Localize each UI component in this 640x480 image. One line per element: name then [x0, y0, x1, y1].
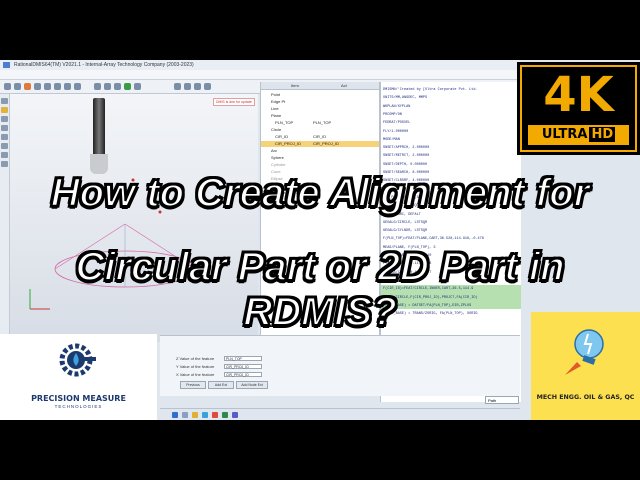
cone-tool-icon[interactable] [1, 152, 8, 158]
ultrahd-label: ULTRA HD [528, 125, 629, 145]
zoom-icon[interactable] [34, 83, 41, 90]
code-line: FEDRAT/POSVEL [383, 121, 411, 126]
tree-item-point[interactable]: Point [271, 92, 280, 98]
headline-line-1: How to Create Alignment for [50, 170, 591, 216]
update-warning: DMIS is dne for update [213, 98, 255, 106]
code-line: GEOALG/CYLNDR, LSTSQR [383, 229, 428, 234]
param-field-y[interactable]: CIR_PROJ_ID [224, 364, 262, 369]
add-ext-button[interactable]: Add Ext [208, 381, 234, 389]
rotate-icon[interactable] [44, 83, 51, 90]
tree-item-arc[interactable]: Arc [271, 148, 277, 154]
point-tool-icon[interactable] [1, 107, 8, 113]
search-icon[interactable] [182, 412, 188, 418]
probe-icon[interactable] [94, 83, 101, 90]
sphere-tool-icon[interactable] [1, 161, 8, 167]
code-line: F(PLN_TOP)=FEAT/PLANE,CART,36.528,114.91… [383, 237, 484, 242]
tree-item-pln-top[interactable]: PLN_TOP [275, 120, 293, 126]
code-line: SNSET/DEPTH, 0.000000 [383, 162, 428, 167]
run-icon[interactable] [124, 83, 131, 90]
code-line: PRCOMP/ON [383, 112, 402, 117]
code-line: WKPLAN/XYPLAN [383, 104, 411, 109]
view-icon[interactable] [74, 83, 81, 90]
title-bar: RationalDMIS64(TM) V2021.1 - Internal-Ar… [0, 60, 520, 70]
report-icon[interactable] [184, 83, 191, 90]
4k-label: 4K [543, 67, 614, 123]
precision-measure-logo: PRECISION MEASURE TECHNOLOGIES [0, 334, 157, 420]
code-line: UNITS/MM,ANGDEC, MMPS [383, 96, 428, 101]
cylinder-tool-icon[interactable] [1, 143, 8, 149]
code-line: DMISMN/'Created by [Ultra Corporate Pvt.… [383, 88, 478, 92]
tree-col-act: Act [341, 83, 347, 88]
brand-left-sub: TECHNOLOGIES [54, 404, 103, 409]
fit-icon[interactable] [64, 83, 71, 90]
window-title: RationalDMIS64(TM) V2021.1 - Internal-Ar… [14, 62, 194, 68]
code-line: GEOALG/CIRCLE, LSTSQR [383, 220, 428, 225]
circle-tool-icon[interactable] [1, 134, 8, 140]
feature-parameter-panel: Z Value of the feature PLN_TOP Y Value o… [160, 335, 520, 396]
param-label-x: X Value of the feature [176, 372, 215, 377]
add-node-ext-button[interactable]: Add Node Ext [236, 381, 268, 389]
save-icon[interactable] [14, 83, 21, 90]
stop-icon[interactable] [134, 83, 141, 90]
taskbar [160, 408, 520, 420]
brand-left-name: PRECISION MEASURE [31, 394, 126, 403]
align-icon[interactable] [194, 83, 201, 90]
edge-icon[interactable] [202, 412, 208, 418]
code-line: FLY/1.000000 [383, 129, 409, 134]
tree-header: Item Act [261, 82, 379, 90]
param-field-x[interactable]: CIR_PROJ_ID [224, 372, 262, 377]
param-field-z[interactable]: PLN_TOP [224, 356, 262, 361]
headline-line-2: Circular Part or 2D Part in RDMIS? [74, 244, 565, 335]
excel-icon[interactable] [222, 412, 228, 418]
code-line: SNSET/APPRCH, 2.000000 [383, 146, 430, 151]
app-taskbar-icon[interactable] [232, 412, 238, 418]
measure-icon[interactable] [104, 83, 111, 90]
folder-icon[interactable] [192, 412, 198, 418]
pan-icon[interactable] [54, 83, 61, 90]
param-label-z: Z Value of the feature [176, 356, 215, 361]
param-label-y: Y Value of the feature [176, 364, 215, 369]
line-tool-icon[interactable] [1, 116, 8, 122]
path-field[interactable]: Path [485, 396, 519, 404]
settings-icon[interactable] [174, 83, 181, 90]
4k-badge: 4K ULTRA HD [517, 62, 640, 155]
tree-item-edge-pt[interactable]: Edge Pt [271, 99, 285, 105]
tree-act-pln-top: PLN_TOP [313, 120, 332, 125]
tree-act-cir-proj-id: CIR_PROJ_ID [313, 141, 340, 146]
refresh-icon[interactable] [24, 83, 31, 90]
datum-icon[interactable] [204, 83, 211, 90]
tree-item-circle[interactable]: Circle [271, 127, 281, 133]
chrome-icon[interactable] [212, 412, 218, 418]
open-icon[interactable] [4, 83, 11, 90]
tree-item-cylinder[interactable]: Cylinder [271, 162, 286, 168]
select-tool-icon[interactable] [1, 98, 8, 104]
app-icon [3, 62, 10, 68]
code-line: SNSET/RETRCT, 2.000000 [383, 154, 430, 159]
tree-item-sphere[interactable]: Sphere [271, 155, 284, 161]
tree-item-line[interactable]: Line [271, 106, 279, 112]
previous-button[interactable]: Previous [180, 381, 206, 389]
brand-right-name: MECH ENGG. OIL & GAS, QC [536, 394, 635, 401]
tree-act-cir-id: CIR_ID [313, 134, 327, 139]
menu-bar[interactable] [0, 70, 520, 80]
tree-item-plane[interactable]: Plane [271, 113, 281, 119]
construct-icon[interactable] [114, 83, 121, 90]
start-icon[interactable] [172, 412, 178, 418]
tree-col-item: Item [291, 83, 299, 88]
plane-tool-icon[interactable] [1, 125, 8, 131]
code-line: MODE/MAN [383, 137, 400, 142]
tree-item-cir-id[interactable]: CIR_ID [275, 134, 288, 140]
gear-icon [59, 343, 96, 377]
